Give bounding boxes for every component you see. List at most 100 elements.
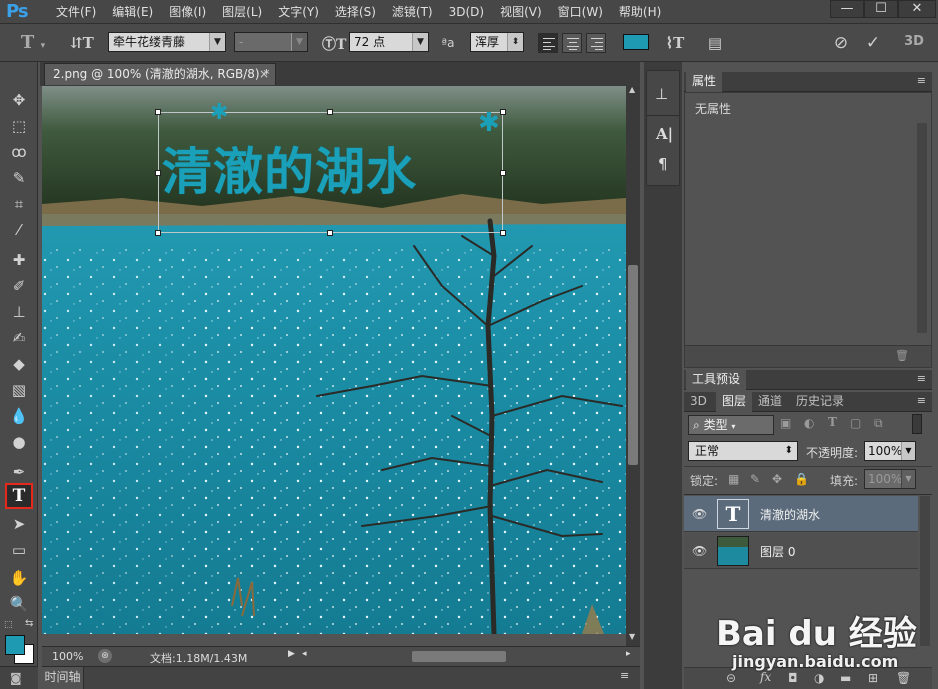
transform-handle[interactable] <box>155 170 161 176</box>
menu-window[interactable]: 窗口(W) <box>550 4 611 20</box>
panel-menu-icon[interactable]: ≡ <box>620 669 629 682</box>
3d-button[interactable]: 3D <box>900 34 928 49</box>
trash-icon[interactable]: 🗑 <box>895 349 909 362</box>
move-tool-icon[interactable]: ✥ <box>7 88 31 112</box>
blend-mode-select[interactable]: 正常 ⬍ <box>688 441 798 461</box>
visibility-eye-icon[interactable]: 👁 <box>692 507 707 521</box>
gradient-tool-icon[interactable]: ▧ <box>7 378 31 402</box>
menu-edit[interactable]: 编辑(E) <box>104 4 161 20</box>
antialias-select[interactable]: 浑厚 ⬍ <box>470 32 524 52</box>
text-color-swatch[interactable] <box>623 34 649 50</box>
font-family-select[interactable]: 牵牛花缕青藤 ▼ <box>108 32 226 52</box>
align-right-button[interactable] <box>586 33 606 53</box>
foreground-color-swatch[interactable] <box>5 635 25 655</box>
panel-menu-icon[interactable]: ≡ <box>917 74 926 87</box>
lock-transparent-icon[interactable]: ▦ <box>728 472 739 486</box>
restore-button[interactable]: ☐ <box>864 0 898 18</box>
default-colors-icon[interactable]: ⬚ <box>4 620 13 630</box>
transform-handle[interactable] <box>327 109 333 115</box>
filter-toggle[interactable] <box>912 414 922 434</box>
tab-properties[interactable]: 属性 <box>686 72 723 92</box>
lock-all-icon[interactable]: 🔒 <box>794 472 809 486</box>
font-style-select[interactable]: - ▼ <box>234 32 308 52</box>
screen-mode-icon[interactable]: ◙ <box>10 671 22 685</box>
tab-tool-presets[interactable]: 工具预设 <box>686 370 747 390</box>
transform-handle[interactable] <box>500 170 506 176</box>
panel-menu-icon[interactable]: ≡ <box>917 372 926 385</box>
lock-image-icon[interactable]: ✎ <box>750 472 760 486</box>
panel-menu-icon[interactable]: ≡ <box>917 394 926 407</box>
lasso-tool-icon[interactable]: ꝏ <box>7 140 31 164</box>
swap-colors-icon[interactable]: ⇆ <box>25 618 33 629</box>
menu-file[interactable]: 文件(F) <box>48 4 104 20</box>
menu-image[interactable]: 图像(I) <box>161 4 214 20</box>
eyedropper-tool-icon[interactable]: ⁄ <box>7 218 31 242</box>
dodge-tool-icon[interactable]: ● <box>7 430 31 454</box>
tab-history[interactable]: 历史记录 <box>790 392 850 412</box>
layer-filter-select[interactable]: ⌕ 类型 ▾ <box>688 415 774 435</box>
align-center-button[interactable] <box>562 33 582 53</box>
menu-help[interactable]: 帮助(H) <box>611 4 669 20</box>
warp-text-icon[interactable]: ⌇T <box>664 34 686 52</box>
layer-row[interactable]: 👁 图层 0 <box>684 533 918 569</box>
filter-type-icon[interactable]: T <box>828 415 837 429</box>
paragraph-panel-icon[interactable]: ¶ <box>658 155 668 173</box>
transform-handle[interactable] <box>327 230 333 236</box>
cancel-icon[interactable]: ⊘ <box>830 34 852 52</box>
scroll-right-icon[interactable]: ▸ <box>626 649 631 659</box>
scroll-left-icon[interactable]: ◂ <box>302 649 307 659</box>
tool-presets-panel-icon[interactable]: ⊥ <box>655 85 668 103</box>
status-menu-arrow-icon[interactable]: ▶ <box>288 649 295 659</box>
transform-handle[interactable] <box>500 109 506 115</box>
align-left-button[interactable] <box>538 33 558 53</box>
history-brush-tool-icon[interactable]: ✍ <box>7 326 31 350</box>
status-info-icon[interactable]: ⊛ <box>98 649 112 663</box>
lock-position-icon[interactable]: ✥ <box>772 472 782 486</box>
hand-tool-icon[interactable]: ✋ <box>7 566 31 590</box>
character-panel-icon[interactable]: A| <box>656 125 673 143</box>
fill-field[interactable]: 100% ▼ <box>864 469 916 489</box>
text-orientation-icon[interactable]: ⇵T <box>70 34 94 52</box>
menu-type[interactable]: 文字(Y) <box>270 4 327 20</box>
transform-handle[interactable] <box>500 230 506 236</box>
filter-adjustment-icon[interactable]: ◐ <box>804 416 814 430</box>
transform-handle[interactable] <box>155 109 161 115</box>
vertical-scroll-thumb[interactable] <box>628 265 638 465</box>
layer-name[interactable]: 清澈的湖水 <box>760 506 820 523</box>
tab-layers[interactable]: 图层 <box>716 392 753 412</box>
layer-row[interactable]: 👁 T 清澈的湖水 <box>684 496 918 532</box>
horizontal-scroll-thumb[interactable] <box>412 651 506 662</box>
brush-tool-icon[interactable]: ✐ <box>7 274 31 298</box>
document-tab[interactable]: 2.png @ 100% (清澈的湖水, RGB/8) * × <box>44 63 276 85</box>
blur-tool-icon[interactable]: 💧 <box>7 404 31 428</box>
zoom-level[interactable]: 100% <box>52 650 83 663</box>
menu-view[interactable]: 视图(V) <box>492 4 550 20</box>
filter-smart-object-icon[interactable]: ⧉ <box>874 416 883 431</box>
eraser-tool-icon[interactable]: ◆ <box>7 352 31 376</box>
crop-tool-icon[interactable]: ⌗ <box>7 192 31 216</box>
menu-select[interactable]: 选择(S) <box>327 4 384 20</box>
timeline-tab[interactable]: 时间轴 <box>42 667 84 689</box>
close-window-button[interactable]: ✕ <box>898 0 936 18</box>
marquee-tool-icon[interactable]: ⬚ <box>7 114 31 138</box>
font-size-select[interactable]: 72 点 ▼ <box>349 32 429 52</box>
document-canvas[interactable]: 清澈的湖水 ✱ ✱ <box>42 86 626 634</box>
tool-preset-type-icon[interactable]: T ▾ <box>8 32 58 53</box>
pen-tool-icon[interactable]: ✒ <box>7 460 31 484</box>
commit-checkmark-icon[interactable]: ✓ <box>862 34 884 52</box>
opacity-field[interactable]: 100% ▼ <box>864 441 916 461</box>
close-tab-icon[interactable]: × <box>259 64 269 84</box>
transform-handle[interactable] <box>155 230 161 236</box>
visibility-eye-icon[interactable]: 👁 <box>692 544 707 558</box>
scroll-up-icon[interactable]: ▲ <box>629 85 635 94</box>
menu-layer[interactable]: 图层(L) <box>214 4 270 20</box>
filter-pixel-icon[interactable]: ▣ <box>780 416 791 430</box>
clone-stamp-tool-icon[interactable]: ⊥ <box>7 300 31 324</box>
scroll-down-icon[interactable]: ▼ <box>629 632 635 641</box>
filter-shape-icon[interactable]: ▢ <box>850 416 861 430</box>
menu-filter[interactable]: 滤镜(T) <box>384 4 441 20</box>
path-selection-tool-icon[interactable]: ➤ <box>7 512 31 536</box>
minimize-button[interactable]: — <box>830 0 864 18</box>
overlay-text-layer[interactable]: 清澈的湖水 <box>162 132 417 204</box>
zoom-tool-icon[interactable]: 🔍 <box>7 592 31 616</box>
